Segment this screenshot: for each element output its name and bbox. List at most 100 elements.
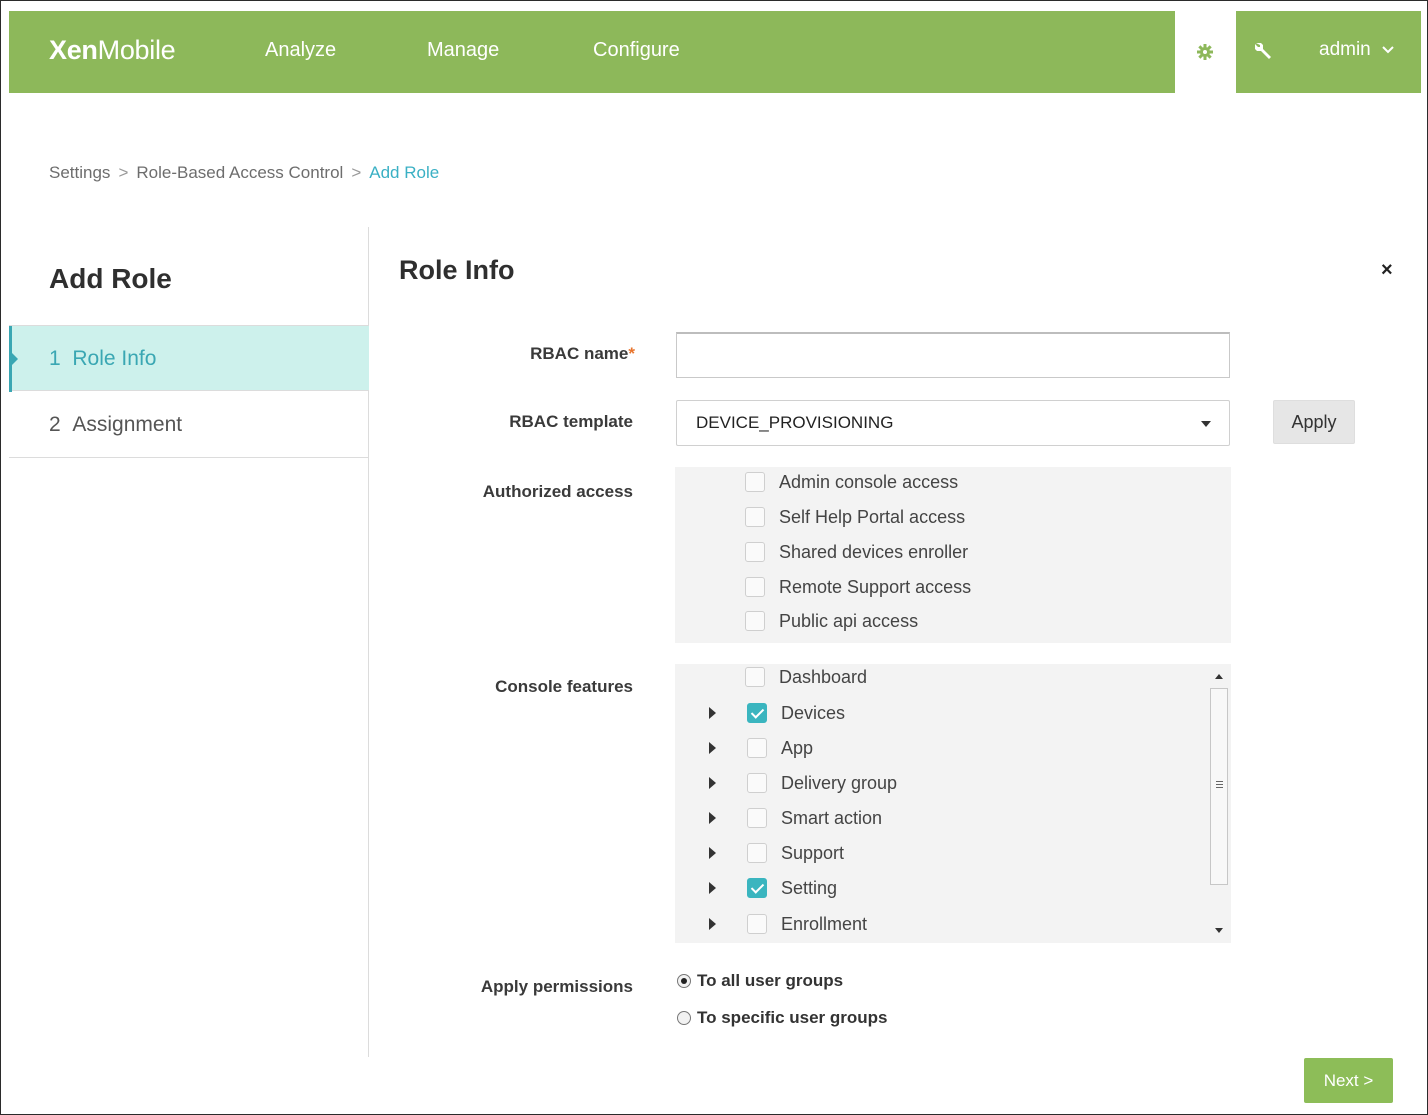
nav-manage[interactable]: Manage [427,39,499,62]
nav-configure[interactable]: Configure [593,39,680,62]
step-number: 2 [49,413,61,436]
feature-item-devices[interactable]: Devices [709,698,1209,728]
user-name: admin [1319,39,1371,60]
checkbox[interactable] [747,914,767,934]
access-item-admin-console[interactable]: Admin console access [745,467,1225,497]
grip-line [1216,784,1223,785]
checkbox[interactable] [747,738,767,758]
checkbox[interactable] [747,808,767,828]
wrench-icon[interactable] [1253,41,1273,61]
authorized-access-list: Admin console access Self Help Portal ac… [675,467,1231,643]
feature-item-enrollment[interactable]: Enrollment [709,909,1209,939]
console-features-scrollbar[interactable] [1208,664,1230,943]
apply-permissions-label: Apply permissions [480,977,633,996]
page-title: Role Info [399,255,515,285]
checkbox-label: Delivery group [781,773,898,793]
scroll-down-arrow-icon[interactable] [1215,928,1223,933]
expand-arrow-icon[interactable] [709,777,716,789]
gear-icon [1197,44,1213,60]
wizard-title: Add Role [49,263,172,294]
rbac-template-value: DEVICE_PROVISIONING [696,413,894,432]
radio-label: To all user groups [697,971,844,990]
checkbox-label: App [781,738,814,758]
wizard-step-assignment[interactable]: 2 Assignment [9,392,369,458]
checkbox-label: Devices [781,703,846,723]
expand-arrow-icon[interactable] [709,882,716,894]
logo-light-part: Mobile [97,35,176,65]
checkbox-label: Smart action [781,808,883,828]
checkbox[interactable] [745,507,765,527]
radio-button[interactable] [677,1011,691,1025]
wizard-sidebar: Add Role 1 Role Info 2 Assignment [9,227,369,1057]
rbac-name-label-text: RBAC name [530,344,629,363]
scroll-thumb[interactable] [1210,688,1228,885]
checkbox-checked[interactable] [747,878,767,898]
breadcrumb-settings[interactable]: Settings [49,163,110,182]
scroll-up-arrow-icon[interactable] [1215,674,1223,679]
xenmobile-logo[interactable]: XenMobile [49,35,176,66]
checkbox-label: Shared devices enroller [779,542,969,562]
feature-item-setting[interactable]: Setting [709,873,1209,903]
step-label: Assignment [72,413,183,436]
feature-item-app[interactable]: App [709,733,1209,763]
apply-template-button[interactable]: Apply [1273,400,1355,444]
checkbox-label: Public api access [779,611,919,631]
radio-all-user-groups[interactable]: To all user groups [677,970,843,992]
checkbox[interactable] [747,843,767,863]
feature-item-smart-action[interactable]: Smart action [709,803,1209,833]
checkbox-label: Remote Support access [779,577,972,597]
checkbox-label: Dashboard [779,667,868,687]
nav-analyze[interactable]: Analyze [265,39,336,62]
checkbox-label: Admin console access [779,472,959,492]
top-navigation-bar: XenMobile Analyze Manage Configure admin [9,11,1421,93]
breadcrumb-separator: > [118,163,129,182]
checkbox-checked[interactable] [747,703,767,723]
grip-line [1216,781,1223,782]
radio-label: To specific user groups [697,1008,888,1027]
checkbox[interactable] [745,667,765,687]
authorized-access-label: Authorized access [482,482,633,501]
settings-tab[interactable] [1175,11,1236,93]
checkbox[interactable] [745,577,765,597]
expand-arrow-icon[interactable] [709,812,716,824]
expand-arrow-icon[interactable] [709,707,716,719]
feature-item-dashboard[interactable]: Dashboard [745,662,1205,692]
breadcrumb-separator: > [351,163,362,182]
rbac-template-label: RBAC template [509,412,633,431]
access-item-self-help[interactable]: Self Help Portal access [745,502,1225,532]
checkbox[interactable] [745,611,765,631]
checkbox[interactable] [745,542,765,562]
checkbox-label: Setting [781,878,838,898]
rbac-template-select[interactable]: DEVICE_PROVISIONING [676,400,1230,446]
next-button[interactable]: Next > [1304,1058,1393,1103]
breadcrumb-rbac[interactable]: Role-Based Access Control [136,163,343,182]
checkbox[interactable] [747,773,767,793]
grip-line [1216,787,1223,788]
console-features-tree: Dashboard Devices App Delivery group Sma… [675,664,1231,943]
logo-bold-part: Xen [49,35,98,65]
checkbox-label: Self Help Portal access [779,507,966,527]
wizard-step-role-info[interactable]: 1 Role Info [9,325,369,392]
checkbox[interactable] [745,472,765,492]
radio-button-selected[interactable] [677,974,691,988]
user-menu[interactable]: admin [1319,39,1394,61]
feature-item-support[interactable]: Support [709,838,1209,868]
breadcrumb: Settings > Role-Based Access Control > Add R… [49,163,439,183]
access-item-public-api[interactable]: Public api access [745,606,1225,636]
rbac-name-input[interactable] [676,332,1230,378]
expand-arrow-icon[interactable] [709,847,716,859]
required-asterisk: * [628,344,635,363]
dropdown-caret-icon [1201,421,1211,427]
feature-item-delivery-group[interactable]: Delivery group [709,768,1209,798]
access-item-shared-devices[interactable]: Shared devices enroller [745,537,1225,567]
access-item-remote-support[interactable]: Remote Support access [745,572,1225,602]
step-number: 1 [49,347,61,370]
breadcrumb-current: Add Role [369,163,440,182]
radio-specific-user-groups[interactable]: To specific user groups [677,1007,888,1029]
expand-arrow-icon[interactable] [709,918,716,930]
expand-arrow-icon[interactable] [709,742,716,754]
rbac-name-label: RBAC name* [435,344,635,364]
app-frame: XenMobile Analyze Manage Configure admin [0,0,1428,1115]
close-icon[interactable]: × [1381,259,1393,282]
checkbox-label: Enrollment [781,914,868,934]
